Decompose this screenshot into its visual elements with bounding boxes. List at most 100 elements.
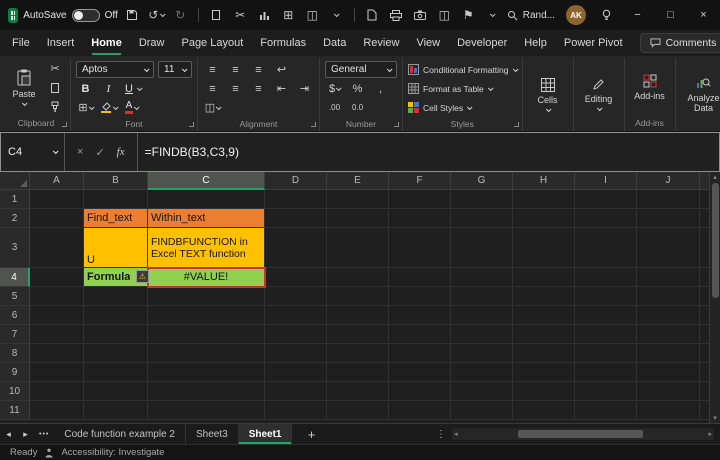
font-name-select[interactable]: Aptos — [76, 61, 154, 78]
sheet-tab-code-function-example-2[interactable]: Code function example 2 — [54, 424, 186, 444]
tab-developer[interactable]: Developer — [457, 30, 507, 56]
cell-F8[interactable] — [389, 344, 451, 363]
align-bottom-button[interactable]: ≡ — [249, 61, 268, 78]
close-button[interactable]: × — [687, 0, 720, 30]
cell-G9[interactable] — [451, 363, 513, 382]
cell-I7[interactable] — [575, 325, 637, 344]
cell-C10[interactable] — [148, 382, 265, 401]
row-header-1[interactable]: 1 — [0, 190, 30, 209]
cell-I6[interactable] — [575, 306, 637, 325]
camera-button[interactable] — [411, 4, 430, 26]
cell-H11[interactable] — [513, 401, 575, 420]
cell-A4[interactable] — [30, 268, 84, 287]
cell-B3[interactable]: U — [84, 228, 148, 268]
cell-C9[interactable] — [148, 363, 265, 382]
undo-button[interactable]: ↺ — [147, 4, 166, 26]
cell-D3[interactable] — [265, 228, 327, 268]
scroll-left-icon[interactable]: ◂ — [454, 430, 458, 438]
column-header-B[interactable]: B — [84, 172, 148, 190]
cell-A10[interactable] — [30, 382, 84, 401]
cell-E6[interactable] — [327, 306, 389, 325]
cell-J2[interactable] — [637, 209, 700, 228]
cell-I3[interactable] — [575, 228, 637, 268]
cell-J8[interactable] — [637, 344, 700, 363]
cell-J4[interactable] — [637, 268, 700, 287]
scroll-right-icon[interactable]: ▸ — [708, 430, 712, 438]
column-header-C[interactable]: C — [148, 172, 265, 190]
cell-F1[interactable] — [389, 190, 451, 209]
copy-button[interactable] — [46, 79, 65, 96]
editing-button[interactable]: Editing — [579, 59, 619, 130]
font-size-select[interactable]: 11 — [158, 61, 192, 78]
cell-F6[interactable] — [389, 306, 451, 325]
cell-A2[interactable] — [30, 209, 84, 228]
cell-H10[interactable] — [513, 382, 575, 401]
tab-page-layout[interactable]: Page Layout — [181, 30, 243, 56]
cell-G6[interactable] — [451, 306, 513, 325]
currency-format-button[interactable]: $ — [325, 80, 344, 97]
cell-H7[interactable] — [513, 325, 575, 344]
cell-G10[interactable] — [451, 382, 513, 401]
cell-A11[interactable] — [30, 401, 84, 420]
cell-J6[interactable] — [637, 306, 700, 325]
tab-help[interactable]: Help — [524, 30, 547, 56]
row-header-7[interactable]: 7 — [0, 325, 30, 344]
addins-button[interactable]: Add-ins — [630, 59, 670, 116]
clipboard-button[interactable] — [207, 4, 226, 26]
cell-A3[interactable] — [30, 228, 84, 268]
column-header-I[interactable]: I — [575, 172, 637, 190]
cell-B5[interactable] — [84, 287, 148, 306]
font-color-button[interactable]: A — [122, 99, 141, 116]
qat-more-button[interactable] — [327, 4, 346, 26]
cell-C7[interactable] — [148, 325, 265, 344]
align-middle-button[interactable]: ≡ — [226, 61, 245, 78]
align-center-button[interactable]: ≡ — [226, 80, 245, 97]
cell-D2[interactable] — [265, 209, 327, 228]
cell-E5[interactable] — [327, 287, 389, 306]
cell-I10[interactable] — [575, 382, 637, 401]
vertical-scrollbar-thumb[interactable] — [711, 183, 719, 298]
cell-G5[interactable] — [451, 287, 513, 306]
cell-G7[interactable] — [451, 325, 513, 344]
conditional-formatting-button[interactable]: Conditional Formatting — [408, 60, 519, 79]
cell-C2[interactable]: Within_text — [148, 209, 265, 228]
cell-C1[interactable] — [148, 190, 265, 209]
tab-draw[interactable]: Draw — [139, 30, 165, 56]
row-header-4[interactable]: 4 — [0, 268, 30, 287]
cell-B6[interactable] — [84, 306, 148, 325]
cell-C5[interactable] — [148, 287, 265, 306]
save-button[interactable] — [123, 4, 142, 26]
increase-indent-button[interactable]: ⇥ — [295, 80, 314, 97]
cell-G4[interactable] — [451, 268, 513, 287]
percent-format-button[interactable]: % — [348, 80, 367, 97]
column-header-A[interactable]: A — [30, 172, 84, 190]
column-header-D[interactable]: D — [265, 172, 327, 190]
qat2-more-button[interactable] — [483, 4, 502, 26]
cell-H3[interactable] — [513, 228, 575, 268]
cell-H5[interactable] — [513, 287, 575, 306]
cell-A9[interactable] — [30, 363, 84, 382]
italic-button[interactable]: I — [99, 80, 118, 97]
cell-I8[interactable] — [575, 344, 637, 363]
name-box[interactable]: C4 — [1, 133, 65, 171]
sheet-nav-right-icon[interactable]: ▸ — [17, 429, 34, 440]
cell-G2[interactable] — [451, 209, 513, 228]
format-as-table-button[interactable]: Format as Table — [408, 79, 517, 98]
row-header-8[interactable]: 8 — [0, 344, 30, 363]
tab-file[interactable]: File — [12, 30, 30, 56]
sheet-tab-sheet3[interactable]: Sheet3 — [186, 424, 239, 444]
scroll-down-icon[interactable]: ▾ — [713, 414, 717, 422]
cell-E4[interactable] — [327, 268, 389, 287]
format-painter-button[interactable] — [46, 98, 65, 115]
cell-I9[interactable] — [575, 363, 637, 382]
cell-E8[interactable] — [327, 344, 389, 363]
cell-C8[interactable] — [148, 344, 265, 363]
cell-G8[interactable] — [451, 344, 513, 363]
autosave-toggle[interactable] — [71, 8, 100, 22]
alignment-dialog-launcher[interactable] — [311, 122, 316, 127]
cell-A8[interactable] — [30, 344, 84, 363]
cell-H2[interactable] — [513, 209, 575, 228]
cell-styles-button[interactable]: Cell Styles — [408, 98, 517, 117]
cell-I4[interactable] — [575, 268, 637, 287]
new-file-button[interactable] — [363, 4, 382, 26]
